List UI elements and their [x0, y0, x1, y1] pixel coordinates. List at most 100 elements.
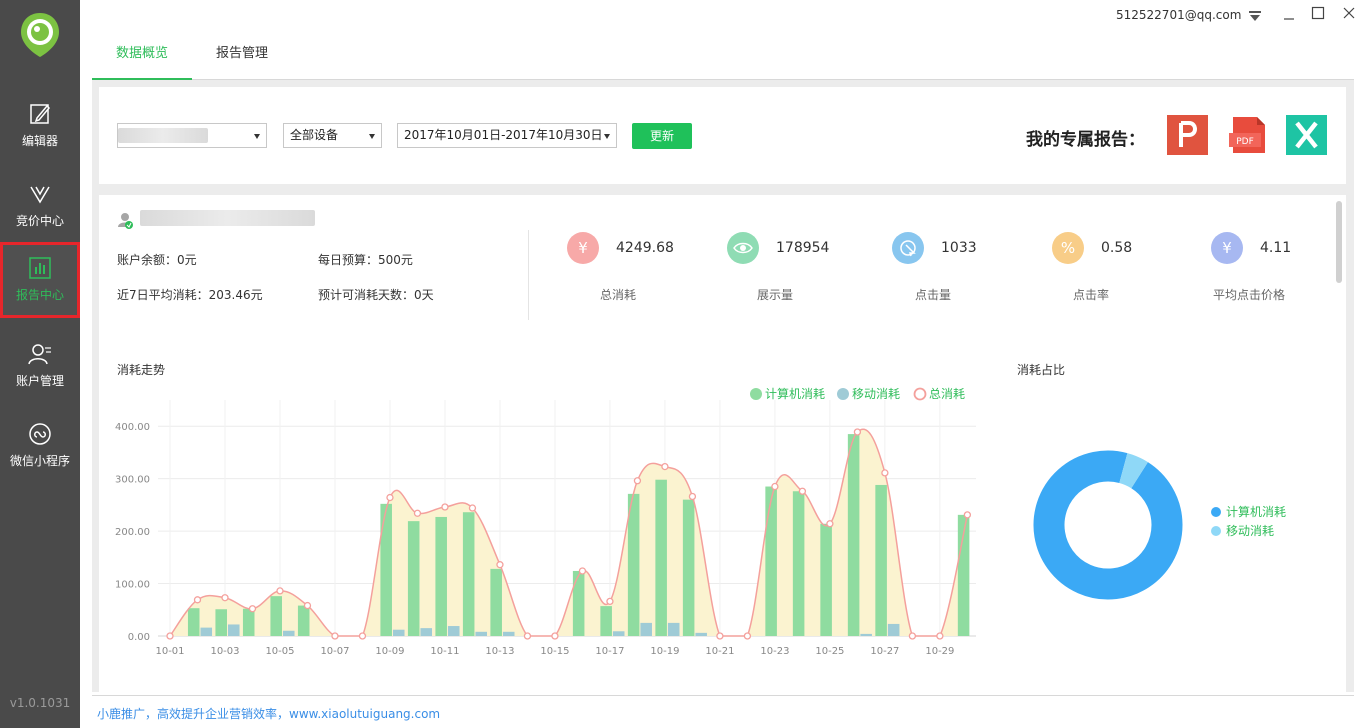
sidebar-item-report[interactable]: 报告中心 [0, 242, 80, 318]
total-cost-point[interactable] [743, 632, 752, 640]
mobile-cost-bar [502, 631, 515, 636]
total-cost-point[interactable] [551, 632, 559, 640]
tab-report-management[interactable]: 报告管理 [192, 40, 292, 80]
total-cost-point[interactable] [798, 487, 807, 495]
legend-label[interactable]: 移动消耗 [1226, 524, 1274, 538]
total-cost-value: 4249.68 [616, 240, 674, 256]
mobile-cost-bar [420, 628, 433, 636]
total-cost-point[interactable] [716, 632, 724, 640]
total-cost-point[interactable] [661, 462, 669, 471]
sidebar-item-mini-program[interactable]: 微信小程序 [0, 408, 80, 486]
account-user-icon [118, 213, 133, 229]
total-cost-point[interactable] [633, 477, 642, 485]
total-cost-point[interactable] [853, 428, 862, 436]
total-cost-point[interactable] [441, 503, 449, 511]
footer-divider [92, 695, 1354, 696]
donut-slice[interactable] [1118, 453, 1148, 489]
sidebar: 编辑器 竞价中心 报告中心 账户管理 微信小程序 v1.0.1031 [0, 0, 80, 728]
total-cost-point[interactable] [468, 504, 477, 512]
total-cost-point[interactable] [771, 482, 779, 491]
total-cost-point[interactable] [496, 561, 504, 569]
days-left: 预计可消耗天数：0天 [318, 288, 434, 302]
total-cost-point[interactable] [193, 596, 202, 604]
total-cost-point[interactable] [963, 511, 972, 519]
total-cost-point[interactable] [688, 492, 697, 501]
pc-cost-bar [270, 596, 282, 636]
minimize-icon[interactable] [1282, 6, 1296, 22]
legend-marker [750, 388, 762, 400]
mobile-cost-bar [887, 623, 900, 636]
pc-cost-bar [572, 570, 585, 636]
legend-marker [913, 387, 927, 401]
total-cost-point[interactable] [386, 493, 394, 502]
pc-cost-bar [297, 605, 310, 636]
chevron-down-icon [369, 134, 375, 139]
sidebar-item-editor[interactable]: 编辑器 [0, 88, 80, 166]
legend-label[interactable]: 移动消耗 [852, 387, 900, 401]
percent-icon: % [1052, 232, 1084, 264]
edit-icon [30, 104, 51, 124]
mobile-cost-bar [200, 627, 213, 636]
mini-program-icon [29, 423, 51, 445]
sidebar-item-account[interactable]: 账户管理 [0, 328, 80, 406]
mobile-cost-bar [667, 622, 680, 636]
device-select[interactable]: 全部设备 [283, 123, 382, 148]
pc-cost-bar [435, 516, 447, 636]
total-cost-point[interactable] [221, 594, 229, 602]
total-cost-point[interactable] [881, 469, 889, 477]
total-cost-point[interactable] [413, 509, 422, 517]
tab-bar: 数据概览 报告管理 [92, 40, 1354, 80]
legend-label[interactable]: 总消耗 [929, 387, 965, 401]
date-range-select[interactable]: 2017年10月01日-2017年10月30日 [397, 123, 617, 148]
pc-cost-bar [380, 503, 392, 636]
donut-slice[interactable] [1033, 450, 1183, 600]
footer-slogan-link[interactable]: 小鹿推广，高效提升企业营销效率，www.xiaolutuiguang.com [97, 705, 440, 722]
total-cost-point[interactable] [276, 587, 284, 595]
legend-label[interactable]: 计算机消耗 [765, 386, 825, 401]
mobile-cost-bar [475, 631, 488, 636]
cost-trend-chart: 0.00 100.00 200.00 300.00 400.00 10-01 10-03 10… [115, 386, 976, 657]
ppt-export-icon[interactable] [1167, 115, 1208, 155]
close-icon[interactable] [1342, 6, 1356, 20]
avg-cpc-value: 4.11 [1260, 240, 1292, 256]
total-cost-point[interactable] [908, 632, 917, 640]
account-dropdown-icon[interactable] [1248, 10, 1262, 22]
total-cost-point[interactable] [606, 597, 614, 606]
scrollbar-thumb[interactable] [1336, 201, 1342, 283]
pc-cost-bar [462, 512, 475, 636]
total-cost-point[interactable] [358, 632, 367, 640]
pc-cost-bar [875, 484, 887, 636]
pc-cost-bar [215, 609, 227, 636]
tab-data-overview[interactable]: 数据概览 [92, 40, 192, 80]
avg-cost-7d: 近7日平均消耗：203.46元 [117, 288, 263, 302]
total-cost-point[interactable] [331, 632, 339, 640]
account-email[interactable]: 512522701@qq.com [1116, 8, 1241, 22]
cost-share-donut-chart: 计算机消耗移动消耗 [1033, 450, 1286, 600]
x-tick-label: 10-23 [760, 646, 789, 657]
total-cost-point[interactable] [523, 632, 532, 640]
sidebar-item-label: 报告中心 [15, 288, 64, 302]
pc-cost-bar [600, 606, 612, 636]
update-button[interactable]: 更新 [632, 123, 692, 149]
legend-label[interactable]: 计算机消耗 [1226, 504, 1286, 519]
total-cost-point[interactable] [248, 605, 257, 613]
mobile-cost-bar [392, 629, 405, 636]
pdf-export-icon[interactable]: PDF [1227, 115, 1268, 155]
total-cost-point[interactable] [303, 601, 312, 610]
total-cost-point[interactable] [826, 520, 834, 528]
excel-export-icon[interactable] [1286, 115, 1327, 155]
total-cost-point[interactable] [166, 632, 174, 640]
total-cost-point[interactable] [578, 567, 587, 575]
sidebar-item-label: 账户管理 [15, 374, 64, 388]
y-tick-label: 400.00 [115, 422, 150, 433]
total-cost-point[interactable] [936, 632, 944, 640]
mobile-cost-bar [695, 632, 707, 636]
sidebar-item-bidding[interactable]: 竞价中心 [0, 168, 80, 246]
y-tick-label: 200.00 [115, 527, 150, 538]
impressions-label: 展示量 [756, 288, 793, 302]
pc-cost-bar [242, 608, 255, 636]
account-select[interactable] [117, 123, 267, 148]
x-tick-label: 10-19 [650, 646, 679, 657]
maximize-icon[interactable] [1311, 6, 1325, 20]
x-tick-label: 10-25 [815, 646, 844, 657]
